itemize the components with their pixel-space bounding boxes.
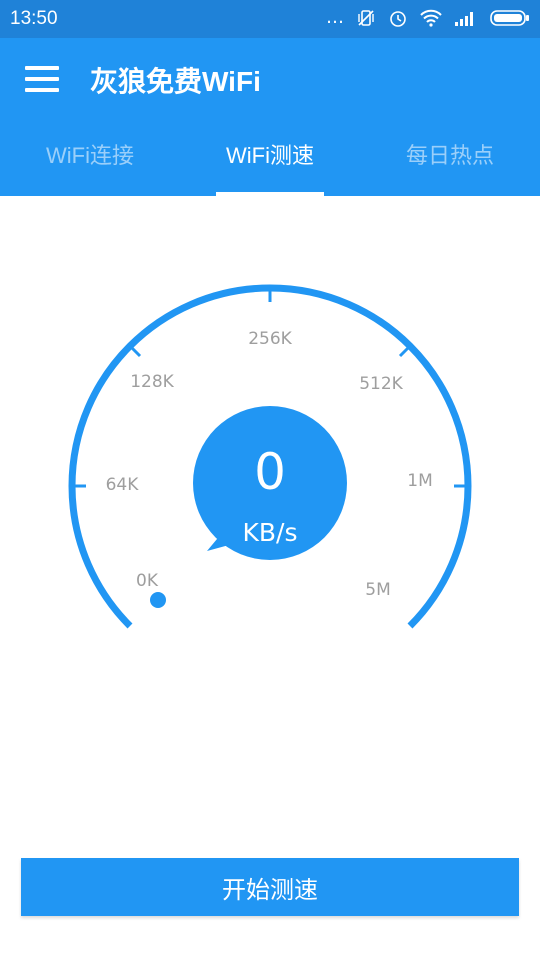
speed-gauge: 256K 128K 512K 64K 1M 0K 5M 0 KB/s (68, 284, 472, 629)
app-title: 灰狼免费WiFi (90, 66, 261, 97)
gauge-label-128k: 128K (130, 372, 174, 392)
more-dots-icon: … (326, 7, 344, 28)
gauge-label-64k: 64K (106, 475, 140, 495)
speed-value: 0 (254, 443, 286, 501)
gauge-label-5m: 5M (365, 580, 390, 600)
tab-daily-hotspot[interactable]: 每日热点 (360, 120, 540, 196)
gauge-label-512k: 512K (359, 374, 403, 394)
wifi-icon (420, 9, 442, 27)
speed-unit: KB/s (243, 518, 298, 547)
status-icons: … (326, 7, 530, 28)
signal-icon (455, 11, 473, 26)
app-bar: 灰狼免费WiFi (0, 38, 540, 120)
tab-wifi-speedtest[interactable]: WiFi测速 (180, 120, 360, 196)
gauge-label-256k: 256K (248, 329, 292, 349)
tab-wifi-connect[interactable]: WiFi连接 (0, 120, 180, 196)
gauge-needle-dot (150, 592, 166, 608)
status-time: 13:50 (10, 8, 58, 29)
tab-bar: WiFi连接 WiFi测速 每日热点 (0, 120, 540, 196)
gauge-label-1m: 1M (407, 471, 432, 491)
hamburger-menu-icon[interactable] (25, 66, 59, 92)
battery-icon (490, 9, 529, 26)
start-speedtest-button[interactable]: 开始测速 (21, 858, 519, 916)
vibrate-icon (358, 9, 374, 26)
gauge-label-0k: 0K (136, 571, 159, 591)
alarm-icon (390, 10, 406, 27)
status-bar: 13:50 … (0, 0, 540, 38)
